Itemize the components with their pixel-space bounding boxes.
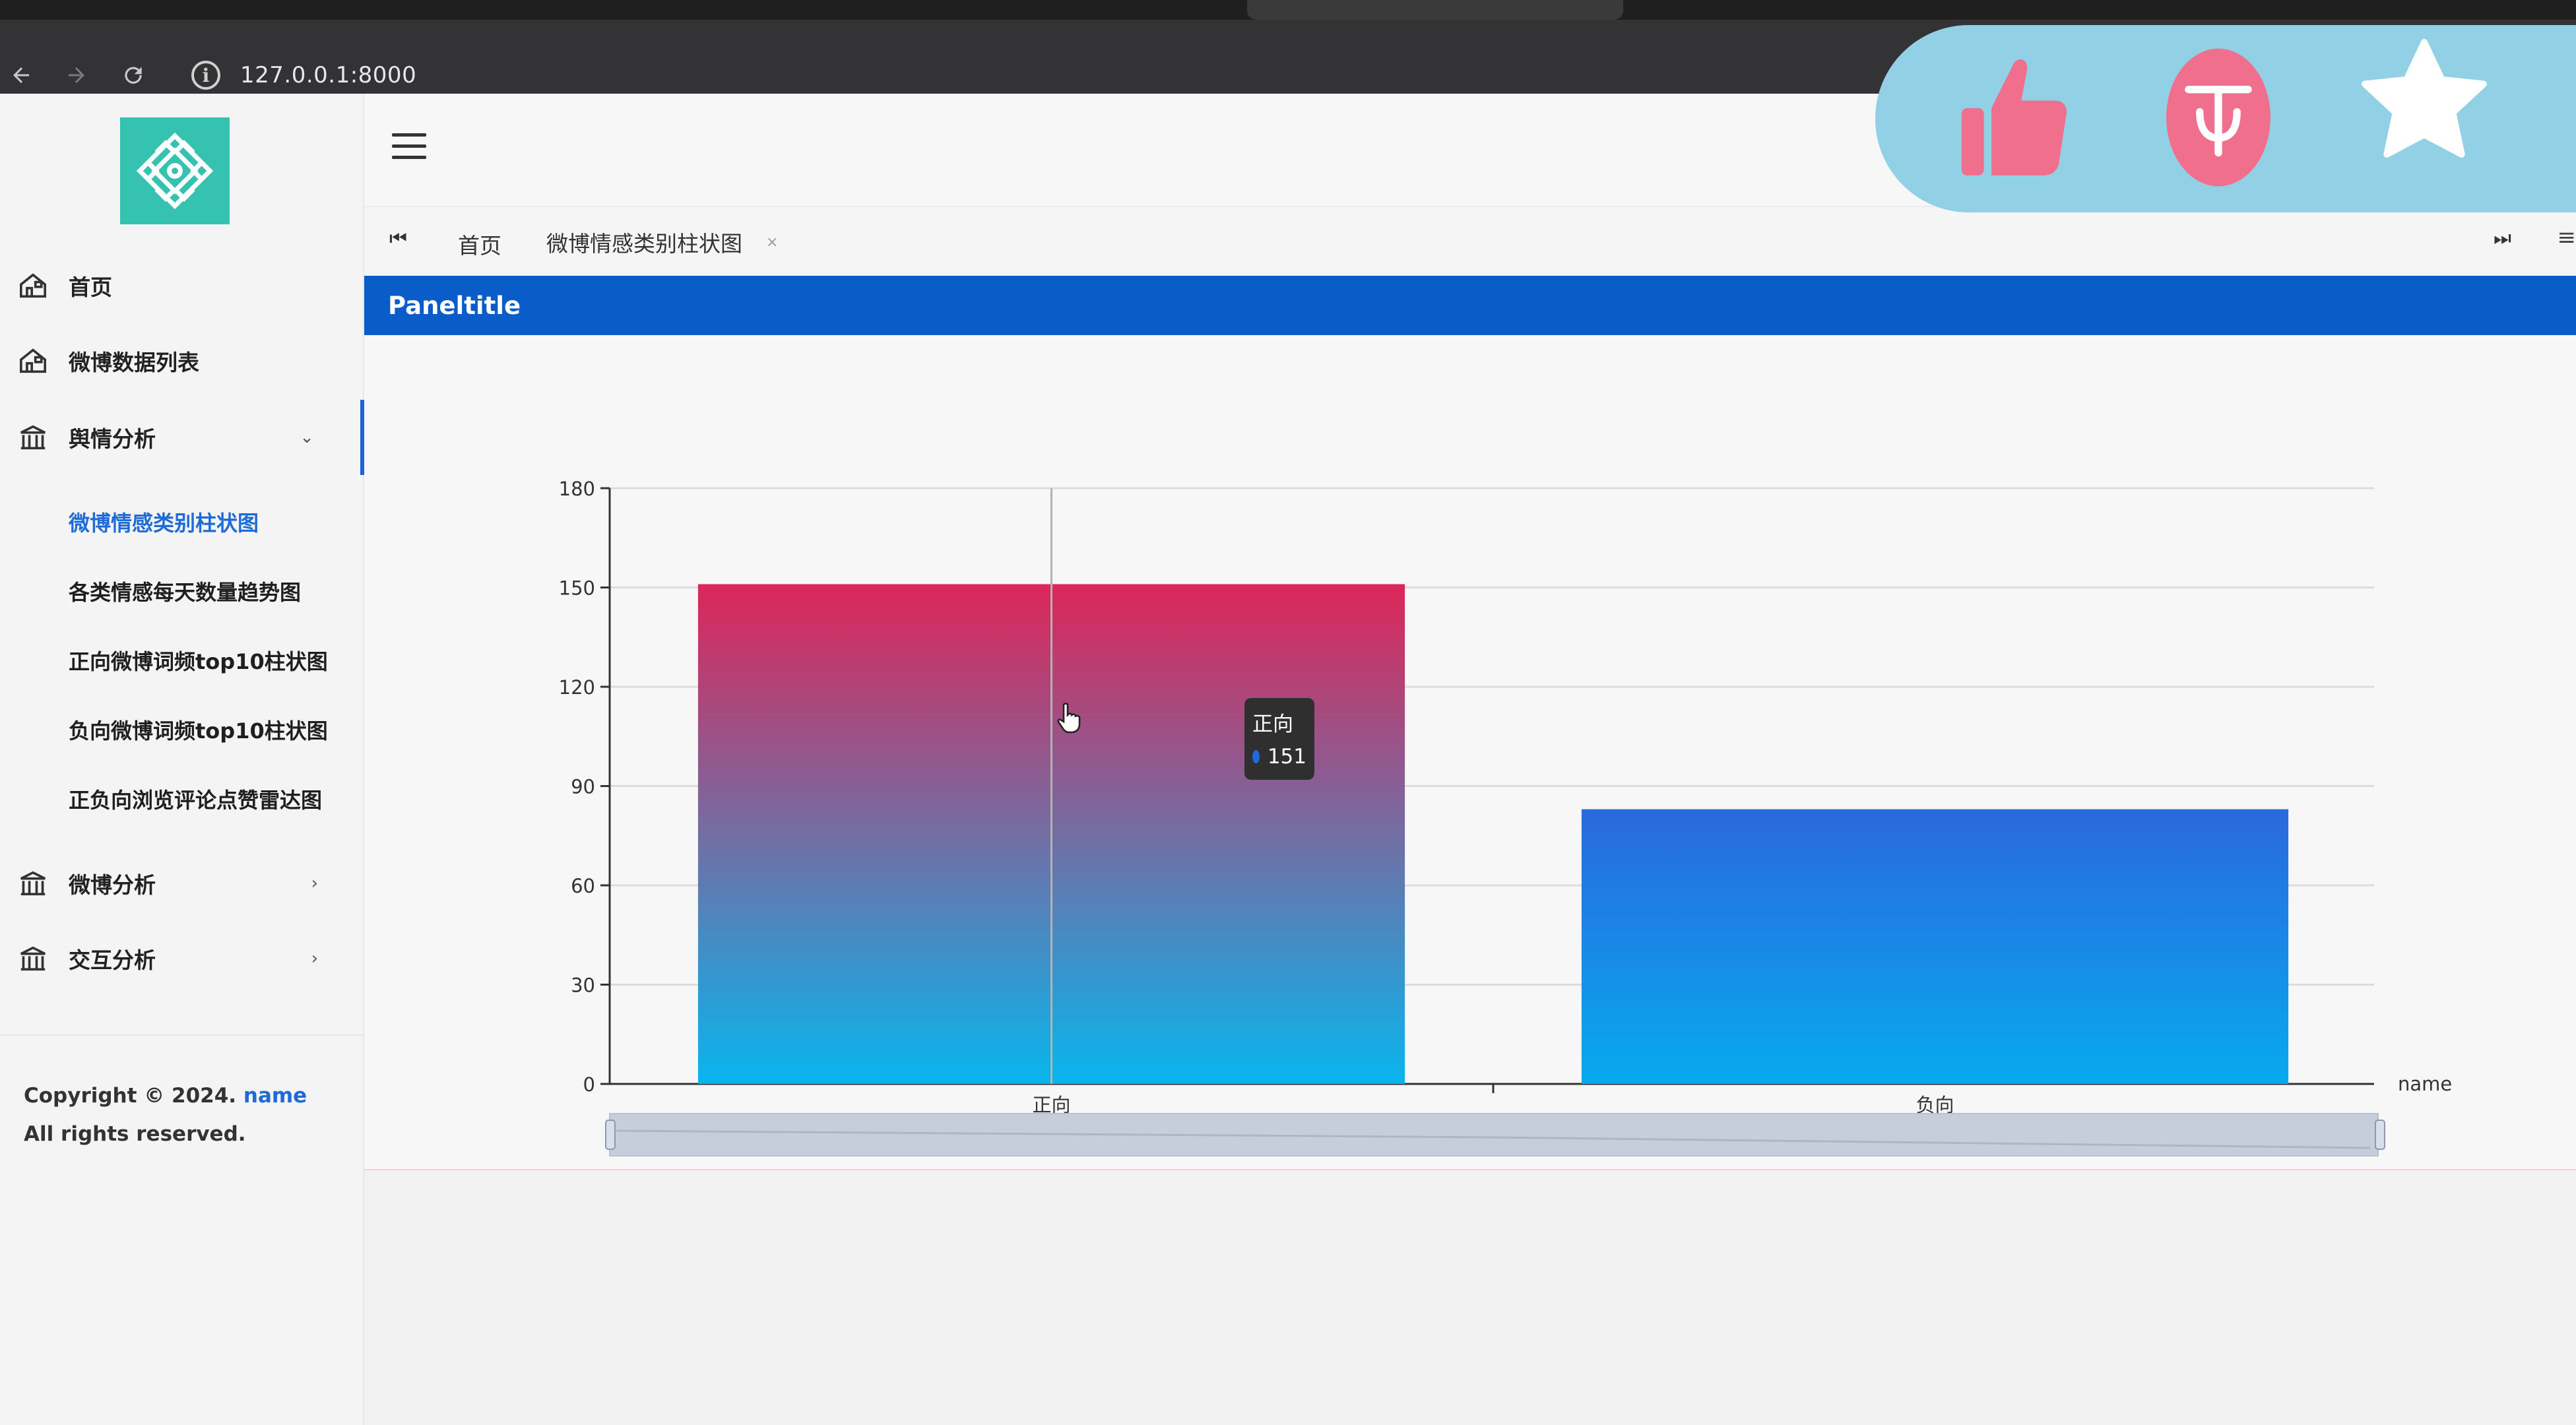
x-tick-label: 负向 bbox=[1916, 1094, 1954, 1116]
copyright-prefix: Copyright © 2024. bbox=[24, 1084, 237, 1108]
y-tick-label: 30 bbox=[571, 974, 595, 997]
copyright-suffix: All rights reserved. bbox=[24, 1122, 246, 1146]
sidebar-item-label: 首页 bbox=[69, 274, 112, 300]
chevron-right-icon: › bbox=[311, 873, 318, 893]
app-logo[interactable] bbox=[120, 117, 230, 224]
reload-glyph bbox=[125, 67, 142, 84]
sidebar-item-label: 微博数据列表 bbox=[69, 350, 199, 375]
forward-arrow-icon[interactable] bbox=[55, 54, 98, 96]
chevron-down-icon: ⌄ bbox=[300, 428, 314, 447]
y-tick-label: 90 bbox=[571, 776, 595, 798]
favorite-icon[interactable] bbox=[2358, 29, 2490, 174]
tab-label: 微博情感类别柱状图 bbox=[546, 231, 742, 257]
chevron-right-icon: › bbox=[311, 949, 318, 968]
info-icon[interactable]: i bbox=[191, 61, 220, 90]
like-icon[interactable] bbox=[1948, 45, 2080, 190]
coin-icon[interactable] bbox=[2152, 45, 2284, 190]
bar-chart[interactable]: 0306090120150180正向 负向name bbox=[364, 335, 2576, 1166]
datazoom-slider bbox=[609, 1113, 2379, 1156]
sidebar-divider bbox=[0, 1034, 364, 1036]
bank-icon bbox=[20, 425, 46, 450]
triple-action-overlay bbox=[1875, 25, 2576, 212]
tab-bar: ⏮ 首页 微博情感类别柱状图 × ⏭ ≡ bbox=[364, 207, 2576, 281]
submenu-item-daily-trend[interactable]: 各类情感每天数量趋势图 bbox=[69, 576, 301, 606]
tab-close-icon[interactable]: × bbox=[766, 234, 778, 251]
submenu-item-positive-top10[interactable]: 正向微博词频top10柱状图 bbox=[69, 645, 328, 676]
sidebar-item-label: 舆情分析 bbox=[69, 426, 156, 452]
back-arrow-icon[interactable] bbox=[0, 54, 42, 96]
y-tick-label: 60 bbox=[571, 875, 595, 897]
thumbs-up-glyph bbox=[1961, 59, 2067, 175]
forward-arrow-glyph bbox=[69, 67, 84, 83]
home-icon bbox=[19, 273, 46, 298]
home-icon bbox=[19, 348, 46, 373]
main-content: ⏮ 首页 微博情感类别柱状图 × ⏭ ≡ Paneltitle 0 30 60 90 1… bbox=[364, 94, 2576, 1425]
app-root: i 127.0.0.1:8000 首页 微博数据列表 舆情分析 ⌄ 微博情感类别… bbox=[0, 0, 2576, 1425]
y-tick-label: 180 bbox=[559, 478, 595, 500]
tooltip-series-dot bbox=[1252, 750, 1260, 763]
chart-tooltip: 正向 151 bbox=[1244, 698, 1314, 780]
url-text: 127.0.0.1:8000 bbox=[240, 62, 417, 88]
datazoom-handle-right bbox=[2375, 1120, 2385, 1150]
tab-sentiment-bar[interactable]: 微博情感类别柱状图 × bbox=[527, 207, 798, 281]
bank-icon bbox=[20, 946, 46, 971]
tooltip-value: 151 bbox=[1267, 745, 1306, 769]
hand-cursor-icon bbox=[1057, 703, 1081, 734]
tooltip-row: 151 bbox=[1252, 745, 1306, 769]
submenu-item-radar[interactable]: 正负向浏览评论点赞雷达图 bbox=[69, 784, 322, 814]
coin-glyph bbox=[2166, 48, 2270, 187]
back-arrow-glyph bbox=[13, 67, 29, 83]
sidebar-item-label: 交互分析 bbox=[69, 947, 156, 973]
bank-icon bbox=[20, 871, 46, 896]
y-tick-label: 150 bbox=[559, 577, 595, 600]
x-axis-name: name bbox=[2398, 1073, 2452, 1095]
browser-tab-strip bbox=[0, 0, 2576, 20]
sidebar-item-sentiment-analysis[interactable]: 舆情分析 ⌄ bbox=[0, 400, 364, 475]
copyright-link[interactable]: name bbox=[243, 1084, 307, 1108]
sidebar-item-weibo-analysis[interactable]: 微博分析 › bbox=[0, 846, 364, 921]
x-tick-label: 正向 bbox=[1032, 1094, 1070, 1116]
sidebar-item-label: 微博分析 bbox=[69, 872, 156, 898]
tab-home[interactable]: 首页 bbox=[458, 207, 501, 281]
y-tick-label: 0 bbox=[583, 1073, 595, 1096]
star-glyph bbox=[2362, 39, 2487, 158]
copyright-text: Copyright © 2024. name All rights reserv… bbox=[24, 1077, 334, 1153]
datazoom-handle-left bbox=[605, 1120, 616, 1150]
chart-panel: Paneltitle 0 30 60 90 120 150 180 正向 负向 name bbox=[364, 276, 2576, 1170]
panel-title: Paneltitle bbox=[364, 276, 2576, 335]
tab-scroll-last-icon[interactable]: ⏭ bbox=[2494, 227, 2511, 250]
tab-label: 首页 bbox=[458, 233, 501, 259]
sidebar-item-home[interactable]: 首页 bbox=[0, 248, 364, 323]
tab-menu-icon[interactable]: ≡ bbox=[2558, 224, 2576, 251]
logo-knot-icon bbox=[136, 132, 214, 210]
browser-tab[interactable] bbox=[1247, 0, 1623, 20]
tab-scroll-first-icon[interactable]: ⏮ bbox=[389, 227, 407, 250]
tooltip-title: 正向 bbox=[1252, 712, 1293, 736]
hamburger-menu-icon[interactable] bbox=[392, 133, 426, 160]
bar bbox=[1581, 809, 2289, 1084]
sidebar-item-interaction-analysis[interactable]: 交互分析 › bbox=[0, 921, 364, 996]
sidebar: 首页 微博数据列表 舆情分析 ⌄ 微博情感类别柱状图 各类情感每天数量趋势图 正… bbox=[0, 94, 364, 1425]
url-bar[interactable]: i 127.0.0.1:8000 bbox=[173, 51, 1862, 99]
reload-icon[interactable] bbox=[112, 54, 154, 96]
submenu-item-negative-top10[interactable]: 负向微博词频top10柱状图 bbox=[69, 714, 328, 745]
submenu-item-sentiment-bar[interactable]: 微博情感类别柱状图 bbox=[69, 507, 259, 537]
y-tick-label: 120 bbox=[559, 676, 595, 699]
sidebar-item-weibo-list[interactable]: 微博数据列表 bbox=[0, 323, 364, 398]
